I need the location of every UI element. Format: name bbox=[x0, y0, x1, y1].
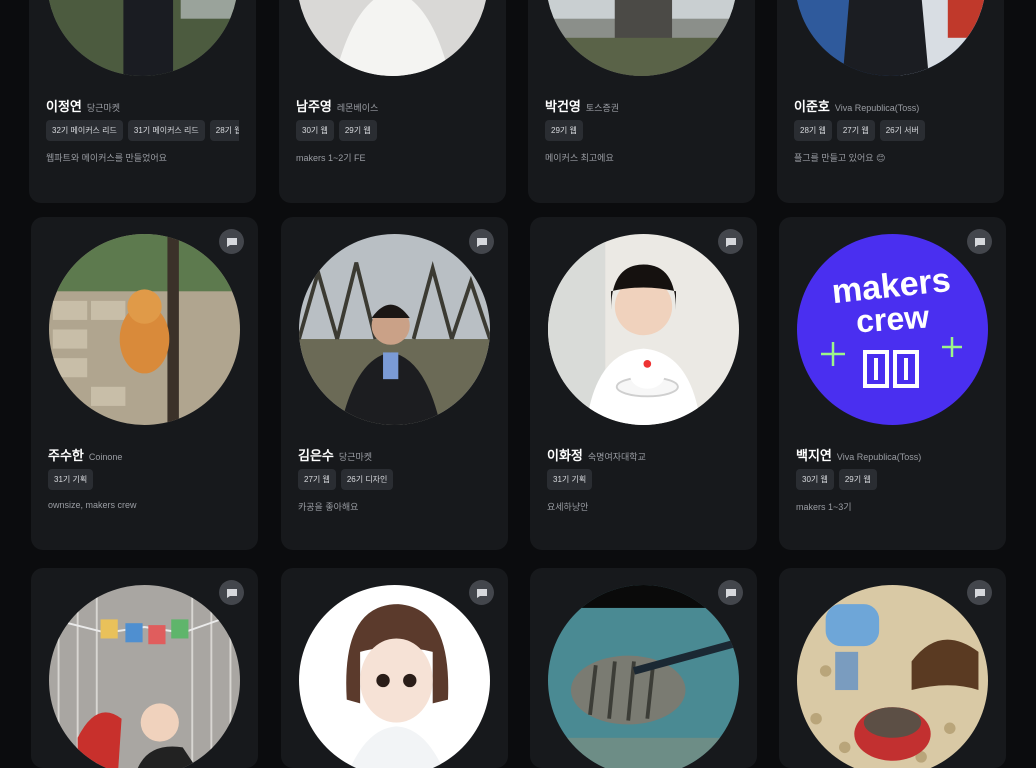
sparkle-icon bbox=[821, 337, 962, 366]
profile-card[interactable]: 주수한 Coinone 31기 기획 ownsize, makers crew bbox=[31, 217, 258, 550]
profile-tag: 27기 웹 bbox=[298, 469, 336, 490]
profile-tag: 32기 메이커스 리드 bbox=[46, 120, 123, 141]
profile-bio: 플그를 만들고 있어요 😊 bbox=[794, 153, 886, 163]
avatar bbox=[795, 0, 986, 76]
profile-card[interactable]: 이정연 당근마켓 32기 메이커스 리드 31기 메이커스 리드 28기 웹 웹파… bbox=[29, 0, 256, 203]
avatar bbox=[297, 0, 488, 76]
profile-tag: 29기 웹 bbox=[838, 469, 877, 490]
profile-tag: 28기 웹 bbox=[794, 120, 832, 141]
profile-card[interactable]: 남주영 레몬베이스 30기 웹 29기 웹 makers 1~2기 FE bbox=[279, 0, 506, 203]
profile-org: Viva Republica(Toss) bbox=[836, 452, 922, 462]
profile-bio: ownsize, makers crew bbox=[48, 500, 137, 510]
profile-tag: 31기 메이커스 리드 bbox=[127, 120, 205, 141]
profile-org: 토스증권 bbox=[585, 103, 620, 113]
profile-org: 레몬베이스 bbox=[336, 103, 379, 113]
chat-icon bbox=[476, 237, 487, 247]
profile-tag: 30기 웹 bbox=[296, 120, 334, 141]
message-button[interactable] bbox=[718, 580, 743, 605]
profile-tag: 26기 서버 bbox=[879, 120, 925, 141]
logo-text-line2: crew bbox=[855, 299, 930, 340]
message-button[interactable] bbox=[718, 229, 743, 254]
profile-tag: 27기 웹 bbox=[836, 120, 875, 141]
profile-card[interactable] bbox=[530, 568, 757, 768]
chat-icon bbox=[974, 588, 985, 598]
profile-card[interactable] bbox=[281, 568, 508, 768]
message-button[interactable] bbox=[967, 229, 992, 254]
profile-bio: 웹파트와 메이커스를 만들었어요 bbox=[46, 153, 167, 163]
profile-bio: 메이커스 최고에요 bbox=[545, 153, 614, 163]
avatar bbox=[299, 234, 490, 425]
profile-tag: 29기 웹 bbox=[338, 120, 377, 141]
avatar bbox=[299, 585, 490, 768]
profile-name: 주수한 bbox=[48, 448, 84, 463]
profile-tag: 31기 기획 bbox=[48, 469, 94, 490]
chat-icon bbox=[725, 237, 736, 247]
profile-card[interactable] bbox=[31, 568, 258, 768]
message-button[interactable] bbox=[967, 580, 992, 605]
makers-crew-logo: makers crew bbox=[797, 234, 988, 425]
profile-card[interactable]: 이준호 Viva Republica(Toss) 28기 웹 27기 웹 26기 … bbox=[777, 0, 1004, 203]
profile-name: 박건영 bbox=[545, 99, 581, 114]
profile-bio: makers 1~2기 FE bbox=[296, 153, 366, 163]
profile-name: 백지연 bbox=[796, 448, 832, 463]
profile-card[interactable]: 이화정 숙명여자대학교 31기 기획 요세하냥안 bbox=[530, 217, 757, 550]
profile-tag: 30기 웹 bbox=[796, 469, 834, 490]
message-button[interactable] bbox=[469, 229, 494, 254]
chat-icon bbox=[226, 237, 237, 247]
profile-tag: 31기 기획 bbox=[547, 469, 593, 490]
profile-name: 김은수 bbox=[298, 448, 334, 463]
profile-name: 이화정 bbox=[547, 448, 583, 463]
profile-card[interactable]: 박건영 토스증권 29기 웹 메이커스 최고에요 bbox=[528, 0, 755, 203]
profile-tag: 29기 웹 bbox=[545, 120, 583, 141]
chat-icon bbox=[974, 237, 985, 247]
chat-icon bbox=[226, 588, 237, 598]
avatar bbox=[49, 585, 240, 768]
profile-org: 당근마켓 bbox=[338, 452, 373, 462]
profile-org: Viva Republica(Toss) bbox=[834, 103, 920, 113]
avatar bbox=[548, 585, 739, 768]
profile-org: 숙명여자대학교 bbox=[587, 452, 646, 462]
profile-card[interactable]: 김은수 당근마켓 27기 웹 26기 디자인 카공을 좋아해요 bbox=[281, 217, 508, 550]
profile-bio: 요세하냥안 bbox=[547, 502, 589, 512]
message-button[interactable] bbox=[219, 580, 244, 605]
profile-card[interactable] bbox=[779, 568, 1006, 768]
profile-name: 남주영 bbox=[296, 99, 332, 114]
profile-card[interactable]: makers crew 백지연 Viva Republica(Toss) 30기 … bbox=[779, 217, 1006, 550]
profile-org: Coinone bbox=[88, 452, 123, 462]
avatar bbox=[546, 0, 737, 76]
profile-tag: 28기 웹 bbox=[209, 120, 239, 141]
profile-name: 이정연 bbox=[46, 99, 82, 114]
logo-mark bbox=[863, 350, 919, 388]
chat-icon bbox=[476, 588, 487, 598]
profile-bio: 카공을 좋아해요 bbox=[298, 502, 359, 512]
profile-name: 이준호 bbox=[794, 99, 830, 114]
profile-bio: makers 1~3기 bbox=[796, 502, 852, 512]
avatar bbox=[49, 234, 240, 425]
chat-icon bbox=[725, 588, 736, 598]
message-button[interactable] bbox=[219, 229, 244, 254]
message-button[interactable] bbox=[469, 580, 494, 605]
avatar bbox=[797, 585, 988, 768]
profile-tag: 26기 디자인 bbox=[340, 469, 394, 490]
avatar bbox=[47, 0, 238, 76]
profile-org: 당근마켓 bbox=[86, 103, 121, 113]
avatar bbox=[548, 234, 739, 425]
